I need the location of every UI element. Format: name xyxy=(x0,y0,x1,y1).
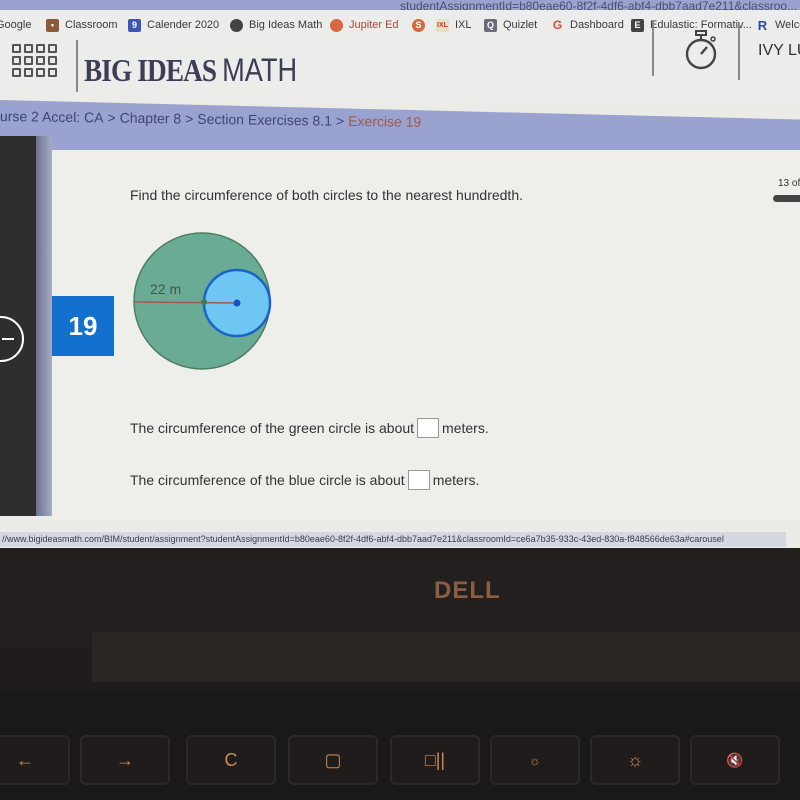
big-ideas-math-logo: BIG IDEAS MATH xyxy=(84,52,298,88)
edulastic-icon: E xyxy=(631,18,644,32)
circles-figure: 22 m xyxy=(133,232,272,370)
stopwatch-icon[interactable] xyxy=(683,30,719,70)
dell-logo: DELL xyxy=(434,577,501,604)
overview-key[interactable]: □|| xyxy=(390,735,480,785)
bookmark-jupiter[interactable]: Jupiter Ed xyxy=(330,10,399,40)
bookmark-dashboard[interactable]: G Dashboard xyxy=(551,10,624,40)
google-g-icon: G xyxy=(552,18,563,32)
classroom-icon: ▪ xyxy=(46,18,59,32)
left-rail-edge xyxy=(36,136,52,516)
question-prompt: Find the circumference of both circles t… xyxy=(130,187,523,203)
blue-circumference-input[interactable] xyxy=(407,470,430,490)
header-divider xyxy=(652,20,654,76)
breadcrumb-chapter[interactable]: Chapter 8 xyxy=(120,110,182,127)
quizlet-icon: Q xyxy=(484,18,497,32)
green-center-point xyxy=(201,299,207,305)
laptop-hinge xyxy=(92,632,800,682)
radius-line xyxy=(133,301,238,304)
breadcrumb-course[interactable]: urse 2 Accel: CA xyxy=(0,108,104,125)
bookmark-classroom[interactable]: ▪ Classroom xyxy=(46,10,118,40)
radius-label: 22 m xyxy=(150,281,181,297)
bookmark-orange[interactable]: S xyxy=(412,10,425,40)
brightness-down-key[interactable]: ☼ xyxy=(490,735,580,785)
back-key[interactable]: ← xyxy=(0,735,70,785)
progress-bar xyxy=(773,195,800,202)
bookmark-welcome[interactable]: R Welco xyxy=(756,10,800,40)
mute-key[interactable]: 🔇 xyxy=(690,735,780,785)
status-bar-url: //www.bigideasmath.com/BIM/student/assig… xyxy=(0,532,786,547)
orange-circle-icon: S xyxy=(412,18,425,32)
ixl-icon: IXL xyxy=(436,18,449,32)
user-name[interactable]: IVY LU xyxy=(758,42,800,60)
bookmarks-bar: Google ▪ Classroom 9 Calender 2020 Big I… xyxy=(0,10,800,40)
laptop-screen: studentAssignmentId=b80eae60-8f2f-4df6-a… xyxy=(0,0,800,548)
green-circumference-input[interactable] xyxy=(417,418,440,438)
app-header: BIG IDEAS MATH xyxy=(0,40,800,100)
bookmark-ixl[interactable]: IXL IXL xyxy=(436,10,472,40)
header-divider xyxy=(738,24,740,80)
green-circle-question: The circumference of the green circle is… xyxy=(130,418,489,438)
calendar-icon: 9 xyxy=(128,18,141,32)
brightness-up-key[interactable]: ☼ xyxy=(590,735,680,785)
header-divider xyxy=(76,40,78,92)
blue-center-point xyxy=(233,299,241,307)
blue-circle-question: The circumference of the blue circle is … xyxy=(130,470,480,490)
progress-counter: 13 of xyxy=(778,178,800,189)
breadcrumb-current: Exercise 19 xyxy=(348,112,422,130)
breadcrumb-section[interactable]: Section Exercises 8.1 xyxy=(197,111,332,129)
app-grid-icon[interactable] xyxy=(12,44,58,80)
r-icon: R xyxy=(757,17,768,33)
refresh-key[interactable]: C xyxy=(186,735,276,785)
bookmark-google[interactable]: Google xyxy=(0,10,31,40)
jupiter-icon xyxy=(330,18,343,32)
fullscreen-key[interactable]: ▢ xyxy=(288,735,378,785)
bookmark-calendar[interactable]: 9 Calender 2020 xyxy=(128,10,219,40)
bookmark-quizlet[interactable]: Q Quizlet xyxy=(484,10,537,40)
forward-key[interactable]: → xyxy=(80,735,170,785)
exercise-number-badge: 19 xyxy=(52,296,114,356)
big-ideas-icon xyxy=(230,18,243,32)
bookmark-big-ideas[interactable]: Big Ideas Math xyxy=(230,10,322,40)
